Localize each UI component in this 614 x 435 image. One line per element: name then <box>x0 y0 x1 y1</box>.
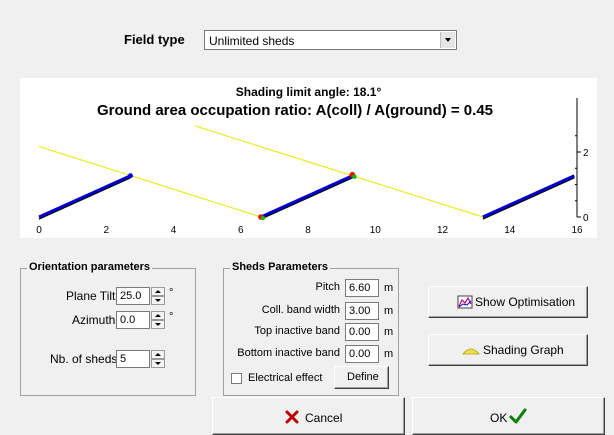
nb-sheds-input[interactable]: 5 <box>116 350 150 368</box>
chart-plot: 0 2 0 2 4 6 8 10 12 14 16 <box>36 98 589 236</box>
orientation-parameters-title: Orientation parameters <box>27 261 153 273</box>
y-tick-label: 0 <box>583 213 589 224</box>
ray-ground-marker-green <box>260 215 266 221</box>
azimuth-input[interactable]: 0.0 <box>116 311 150 329</box>
x-tick-label: 14 <box>504 225 516 236</box>
bottom-inactive-band-unit: m <box>384 348 394 360</box>
shading-ray-line <box>195 125 484 218</box>
azimuth-unit: ° <box>169 311 174 323</box>
y-tick-label: 2 <box>583 148 589 159</box>
azimuth-label: Azimuth <box>72 313 116 327</box>
shading-graph-label: Shading Graph <box>483 343 564 357</box>
shed-shadow-line <box>260 177 353 220</box>
azimuth-stepper[interactable] <box>151 311 165 329</box>
electrical-effect-label[interactable]: Electrical effect <box>248 372 322 384</box>
nb-sheds-stepper[interactable] <box>151 350 165 368</box>
coll-band-width-input[interactable]: 3.00 <box>345 302 379 320</box>
pitch-label: Pitch <box>315 281 340 293</box>
show-optimisation-button[interactable]: Show Optimisation <box>428 286 588 318</box>
shed-line <box>260 174 354 219</box>
shed-top-marker-green <box>352 174 357 179</box>
top-inactive-band-input[interactable]: 0.00 <box>345 323 379 341</box>
electrical-effect-checkbox[interactable] <box>231 373 242 384</box>
top-inactive-band-label: Top inactive band <box>254 325 340 337</box>
sheds-profile-chart: Shading limit angle: 18.1° Ground area o… <box>20 78 597 238</box>
x-tick-label: 10 <box>370 225 382 236</box>
shed-shadow-line <box>38 177 131 220</box>
chevron-down-icon[interactable] <box>440 32 455 48</box>
shading-graph-button[interactable]: Shading Graph <box>428 334 588 366</box>
optimisation-chart-icon <box>457 295 473 309</box>
shading-graph-icon <box>462 348 480 355</box>
red-x-icon <box>285 410 299 424</box>
x-tick-label: 12 <box>437 225 449 236</box>
pitch-unit: m <box>384 282 394 294</box>
ok-button[interactable]: OK <box>412 397 605 435</box>
green-check-icon <box>509 408 527 424</box>
plane-tilt-stepper[interactable] <box>151 287 165 305</box>
field-type-label: Field type <box>124 32 185 47</box>
shading-ray-line <box>38 145 262 218</box>
cancel-label: Cancel <box>305 411 343 425</box>
pitch-input[interactable]: 6.60 <box>345 279 379 297</box>
plane-tilt-input[interactable]: 25.0 <box>116 287 150 305</box>
plane-tilt-label: Plane Tilt <box>66 289 116 303</box>
plane-tilt-unit: ° <box>169 287 174 299</box>
nb-sheds-label: Nb. of sheds <box>50 352 118 366</box>
x-tick-label: 6 <box>238 225 244 236</box>
shed-line <box>482 174 575 219</box>
coll-band-width-label: Coll. band width <box>261 304 340 316</box>
x-tick-label: 0 <box>36 225 42 236</box>
field-type-dropdown[interactable]: Unlimited sheds <box>204 30 457 50</box>
field-type-value: Unlimited sheds <box>209 34 295 48</box>
shed-shadow-line <box>482 177 575 220</box>
ok-label: OK <box>490 411 508 425</box>
x-tick-label: 2 <box>103 225 109 236</box>
define-button[interactable]: Define <box>334 366 389 389</box>
bottom-inactive-band-label: Bottom inactive band <box>237 347 340 359</box>
cancel-button[interactable]: Cancel <box>212 397 405 435</box>
define-button-label: Define <box>347 371 379 383</box>
bottom-inactive-band-input[interactable]: 0.00 <box>345 345 379 363</box>
shed-top-marker <box>127 173 133 179</box>
x-tick-label: 8 <box>305 225 311 236</box>
x-tick-label: 16 <box>571 225 583 236</box>
top-inactive-band-unit: m <box>384 326 394 338</box>
coll-band-width-unit: m <box>384 305 394 317</box>
sheds-parameters-title: Sheds Parameters <box>230 261 330 273</box>
x-tick-label: 4 <box>171 225 177 236</box>
show-optimisation-label: Show Optimisation <box>475 295 576 309</box>
shed-line <box>38 174 132 219</box>
